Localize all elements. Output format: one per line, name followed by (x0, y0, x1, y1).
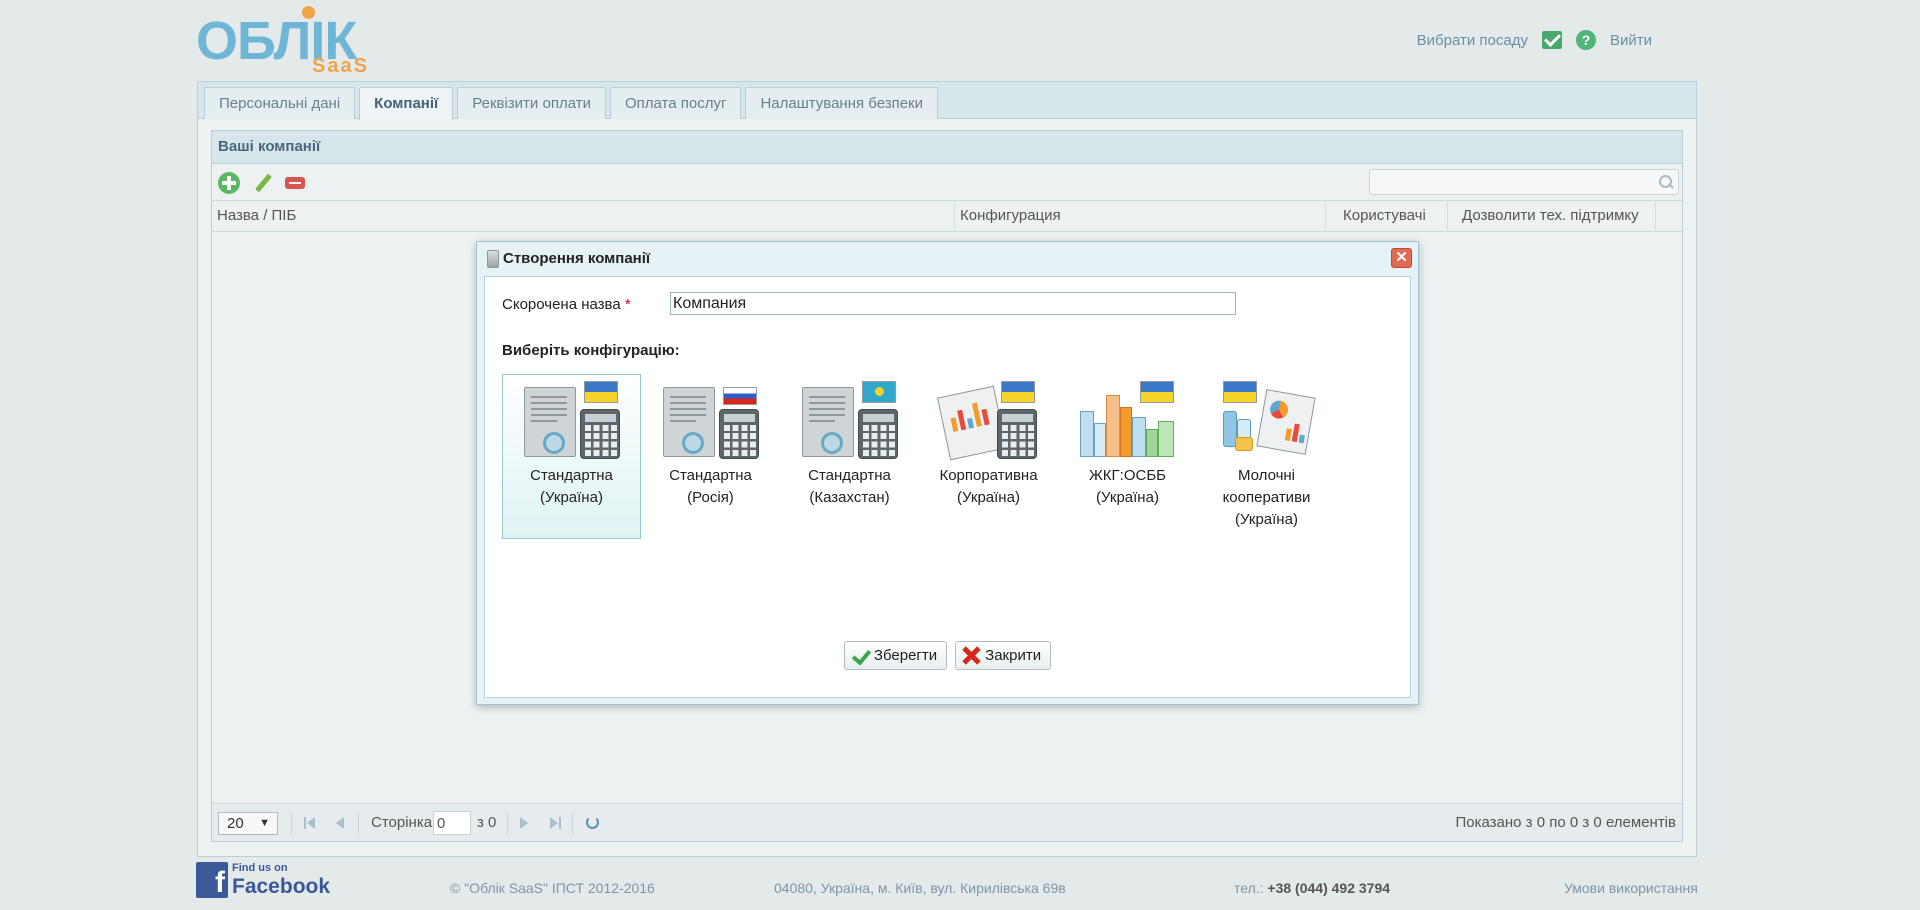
phone: тел.: +38 (044) 492 3794 (1234, 880, 1391, 896)
standard-ukraine-icon (522, 381, 622, 459)
logout-link[interactable]: Вийти (1610, 32, 1652, 49)
short-name-input[interactable] (670, 292, 1236, 315)
config-standard-ukraine[interactable]: Стандартна (Україна) (502, 374, 641, 539)
close-icon[interactable]: ✕ (1391, 248, 1412, 268)
first-page-icon[interactable] (304, 816, 318, 830)
column-name[interactable]: Назва / ПІБ (212, 201, 955, 231)
dialog-body: Скорочена назва * Виберіть конфігурацію:… (484, 276, 1411, 698)
housing-ukraine-icon (1078, 381, 1178, 459)
tab-payment-details[interactable]: Реквізити оплати (457, 87, 606, 119)
page-size-select[interactable]: 20 ▼ (218, 812, 278, 835)
terms-link[interactable]: Умови використання (1564, 880, 1698, 896)
choose-position-link[interactable]: Вибрати посаду (1417, 32, 1528, 49)
config-standard-russia[interactable]: Стандартна (Росія) (641, 374, 780, 539)
standard-russia-icon (661, 381, 761, 459)
edit-company-icon[interactable] (252, 172, 274, 194)
prev-page-icon[interactable] (333, 816, 347, 830)
delete-company-icon[interactable] (284, 172, 306, 194)
chevron-down-icon: ▼ (259, 817, 270, 829)
oblik-saas-logo[interactable]: ОБЛІК SaaS (196, 6, 376, 78)
tab-service-payment[interactable]: Оплата послуг (609, 87, 742, 119)
create-company-dialog: Створення компанії ✕ Скорочена назва * В… (476, 241, 1419, 705)
search-icon[interactable] (1658, 174, 1674, 190)
dialog-title: Створення компанії (477, 242, 1418, 275)
config-standard-kazakhstan[interactable]: Стандартна (Казахстан) (780, 374, 919, 539)
address: 04080, Україна, м. Київ, вул. Кирилівськ… (774, 880, 1066, 896)
search-input[interactable] (1369, 169, 1679, 195)
top-links: Вибрати посаду ? Вийти (1417, 30, 1652, 50)
column-configuration[interactable]: Конфигурация (955, 201, 1326, 231)
dairy-ukraine-icon (1217, 381, 1317, 459)
page-label: Сторінка (371, 814, 433, 831)
grid-title: Ваші компанії (212, 131, 1682, 164)
tab-security-settings[interactable]: Налаштування безпеки (745, 87, 938, 119)
checkmark-icon (851, 646, 869, 664)
grid-pager: 20▼ Сторінка з 0 Показано з 0 по 0 з 0 е… (212, 803, 1682, 841)
next-page-icon[interactable] (518, 816, 532, 830)
config-housing-ukraine[interactable]: ЖКГ:ОСББ (Україна) (1058, 374, 1197, 539)
last-page-icon[interactable] (548, 816, 562, 830)
facebook-icon: f (196, 862, 228, 898)
help-icon[interactable]: ? (1575, 30, 1596, 50)
grid-header: Назва / ПІБ Конфигурация Користувачі Доз… (212, 201, 1682, 232)
grid-toolbar (212, 164, 1682, 201)
page-number-input[interactable] (433, 811, 471, 835)
tab-companies[interactable]: Компанії (359, 87, 454, 120)
tab-personal-data[interactable]: Персональні дані (204, 87, 356, 119)
refresh-icon[interactable] (586, 816, 599, 829)
config-list: Стандартна (Україна) Стандартна (Росія) Ст (502, 374, 1336, 539)
document-icon (487, 249, 499, 268)
pager-info: Показано з 0 по 0 з 0 елементів (1455, 814, 1676, 831)
config-heading: Виберіть конфігурацію: (502, 342, 680, 359)
page-of-label: з 0 (477, 814, 497, 831)
save-button[interactable]: Зберегти (843, 641, 948, 670)
dialog-buttons: Зберегти Закрити (485, 641, 1410, 670)
config-corporate-ukraine[interactable]: Корпоративна (Україна) (919, 374, 1058, 539)
tab-bar: Персональні дані Компанії Реквізити опла… (198, 82, 1696, 120)
close-button[interactable]: Закрити (955, 641, 1052, 670)
column-allow-support[interactable]: Дозволити тех. підтримку (1448, 201, 1656, 231)
short-name-label: Скорочена назва * (502, 296, 631, 313)
column-users[interactable]: Користувачі (1326, 201, 1448, 231)
cross-icon (962, 646, 980, 664)
corporate-ukraine-icon (936, 381, 1039, 461)
config-dairy-ukraine[interactable]: Молочні кооперативи (Україна) (1197, 374, 1336, 539)
add-company-icon[interactable] (218, 172, 240, 194)
copyright: © "Облік SaaS" ІПСТ 2012-2016 (450, 880, 655, 896)
standard-kazakhstan-icon (800, 381, 900, 459)
facebook-link[interactable]: f Find us on Facebook (196, 862, 330, 898)
messages-icon[interactable] (1541, 31, 1562, 49)
